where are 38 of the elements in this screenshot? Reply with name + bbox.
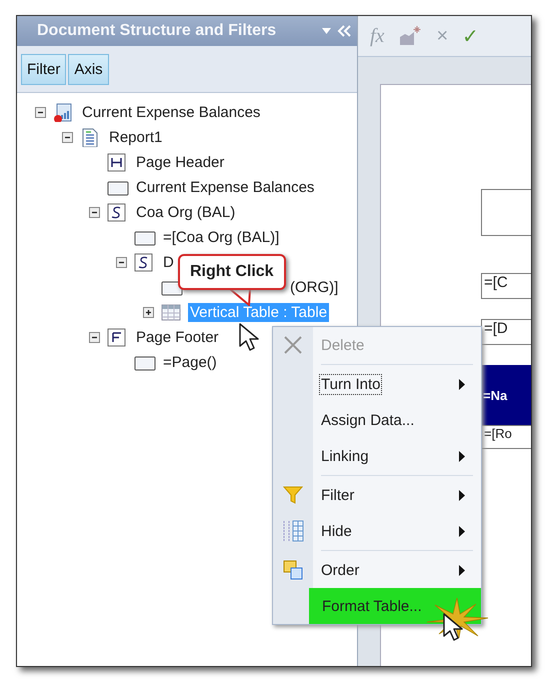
menu-item[interactable]: Hide	[319, 520, 354, 542]
collapse-toggle-icon[interactable]	[89, 207, 100, 218]
collapse-toggle-icon[interactable]	[35, 107, 46, 118]
columns-icon	[282, 520, 304, 542]
tree-item[interactable]: Current Expense Balances	[80, 103, 262, 122]
dropdown-icon[interactable]	[322, 28, 331, 34]
panel-title: Document Structure and Filters	[37, 22, 278, 40]
expand-toggle-icon[interactable]	[143, 307, 154, 318]
menu-item[interactable]: Turn Into	[319, 374, 382, 394]
toolbar-button[interactable]: Filter	[21, 54, 66, 84]
menu-item[interactable]: Format Table...	[309, 588, 481, 624]
menu-item[interactable]: Linking	[319, 446, 371, 466]
tree-item[interactable]: (ORG)]	[288, 278, 340, 297]
collapse-toggle-icon[interactable]	[116, 257, 127, 268]
delete-icon	[282, 334, 304, 356]
menu-item[interactable]: Assign Data...	[319, 410, 416, 430]
collapse-icon[interactable]	[337, 25, 351, 37]
filter-icon	[282, 484, 304, 506]
report-cell	[481, 189, 531, 236]
tree-item[interactable]: Current Expense Balances	[134, 178, 316, 197]
tree-item[interactable]: Coa Org (BAL)	[134, 203, 238, 222]
order-icon	[282, 559, 304, 581]
tree-item[interactable]: Report1	[107, 128, 164, 147]
tree-item[interactable]: D	[161, 253, 176, 272]
table-icon	[161, 303, 183, 322]
tree-item[interactable]: =[Coa Org (BAL)]	[161, 228, 282, 247]
collapse-toggle-icon[interactable]	[62, 132, 73, 143]
toolbar-button[interactable]: Axis	[68, 54, 109, 84]
mouse-pointer	[239, 323, 261, 353]
report-cell: =[C	[481, 273, 531, 299]
table-header-cell: =Na	[481, 365, 531, 425]
menu-item[interactable]: Filter	[319, 484, 356, 506]
tree-item[interactable]: Page Footer	[134, 328, 221, 347]
menu-item[interactable]: Order	[319, 560, 362, 580]
tree-item[interactable]: =Page()	[161, 353, 219, 372]
tree-item[interactable]: Page Header	[134, 153, 226, 172]
chart-wand-icon[interactable]	[398, 25, 422, 47]
collapse-toggle-icon[interactable]	[89, 332, 100, 343]
